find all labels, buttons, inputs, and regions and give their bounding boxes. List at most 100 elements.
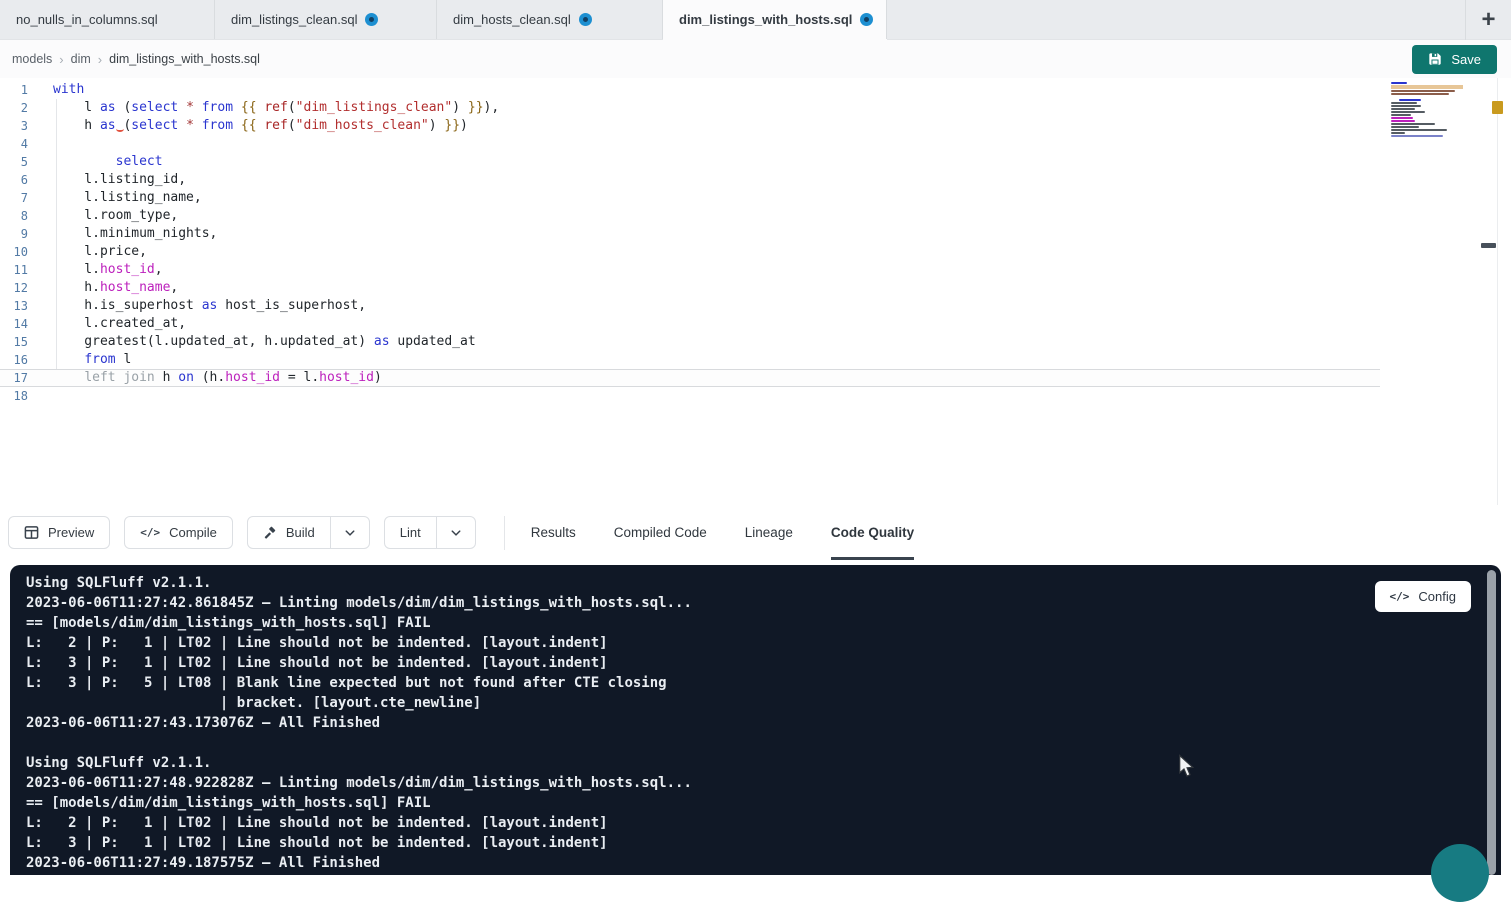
- code-line-17[interactable]: 17 left join h on (h.host_id = l.host_id…: [0, 369, 1380, 387]
- tab-compiled-code[interactable]: Compiled Code: [614, 505, 707, 560]
- line-number: 18: [0, 387, 53, 405]
- config-button-label: Config: [1418, 589, 1456, 604]
- build-dropdown-button[interactable]: [330, 517, 369, 548]
- line-number: 6: [0, 171, 53, 189]
- code-line-6[interactable]: 6 l.listing_id,: [0, 171, 1380, 189]
- file-tab-bar: no_nulls_in_columns.sql dim_listings_cle…: [0, 0, 1511, 40]
- hammer-icon: [263, 526, 277, 540]
- sql-code-editor[interactable]: 1with2 l as (select * from {{ ref("dim_l…: [0, 78, 1511, 505]
- code-line-3[interactable]: 3 h as (select * from {{ ref("dim_hosts_…: [0, 117, 1380, 135]
- save-button[interactable]: Save: [1412, 45, 1497, 74]
- tab-no-nulls-in-columns[interactable]: no_nulls_in_columns.sql: [0, 0, 215, 39]
- code-line-9[interactable]: 9 l.minimum_nights,: [0, 225, 1380, 243]
- tab-label: dim_listings_with_hosts.sql: [679, 12, 852, 27]
- line-number: 2: [0, 99, 53, 117]
- code-line-7[interactable]: 7 l.listing_name,: [0, 189, 1380, 207]
- tab-dim-listings-clean[interactable]: dim_listings_clean.sql: [215, 0, 437, 39]
- code-line-15[interactable]: 15 greatest(l.updated_at, h.updated_at) …: [0, 333, 1380, 351]
- file-header-bar: models › dim › dim_listings_with_hosts.s…: [0, 40, 1511, 78]
- tab-label: dim_hosts_clean.sql: [453, 12, 571, 27]
- plus-icon: +: [1481, 8, 1495, 32]
- code-line-16[interactable]: 16 from l: [0, 351, 1380, 369]
- line-number: 16: [0, 351, 53, 369]
- help-chat-button[interactable]: [1431, 844, 1489, 902]
- breadcrumb: models › dim › dim_listings_with_hosts.s…: [12, 52, 260, 67]
- unsaved-changes-icon: [860, 13, 873, 26]
- scroll-position-marker: [1481, 243, 1496, 248]
- line-number: 15: [0, 333, 53, 351]
- line-number: 3: [0, 117, 53, 135]
- new-tab-button[interactable]: +: [1465, 0, 1511, 40]
- build-button-label: Build: [286, 525, 315, 540]
- code-tag-icon: </>: [1390, 590, 1410, 603]
- tab-label: no_nulls_in_columns.sql: [16, 12, 158, 27]
- line-number: 1: [0, 81, 53, 99]
- floppy-disk-icon: [1428, 52, 1442, 66]
- tab-compiled-code-label: Compiled Code: [614, 525, 707, 540]
- breadcrumb-dim[interactable]: dim: [71, 52, 91, 66]
- unsaved-changes-icon: [579, 13, 592, 26]
- breadcrumb-models[interactable]: models: [12, 52, 52, 66]
- breadcrumb-current-file: dim_listings_with_hosts.sql: [109, 52, 260, 66]
- lint-button-label: Lint: [400, 525, 421, 540]
- compile-button[interactable]: </> Compile: [124, 516, 233, 549]
- result-tabs: Results Compiled Code Lineage Code Quali…: [531, 505, 914, 560]
- line-number: 11: [0, 261, 53, 279]
- lint-dropdown-button[interactable]: [436, 517, 475, 548]
- tab-dim-listings-with-hosts[interactable]: dim_listings_with_hosts.sql: [663, 0, 887, 39]
- code-line-18[interactable]: 18: [0, 387, 1380, 405]
- chevron-down-icon: [344, 527, 356, 539]
- line-number: 4: [0, 135, 53, 153]
- chevron-down-icon: [450, 527, 462, 539]
- tab-results[interactable]: Results: [531, 505, 576, 560]
- code-line-4[interactable]: 4: [0, 135, 1380, 153]
- code-area[interactable]: 1with2 l as (select * from {{ ref("dim_l…: [0, 81, 1380, 405]
- lint-button[interactable]: Lint: [385, 517, 436, 548]
- build-button[interactable]: Build: [248, 517, 330, 548]
- unsaved-changes-icon: [365, 13, 378, 26]
- line-number: 5: [0, 153, 53, 171]
- minimap-highlight: [1391, 85, 1463, 89]
- tab-dim-hosts-clean[interactable]: dim_hosts_clean.sql: [437, 0, 663, 39]
- code-line-11[interactable]: 11 l.host_id,: [0, 261, 1380, 279]
- tab-label: dim_listings_clean.sql: [231, 12, 357, 27]
- divider: [504, 516, 505, 550]
- code-line-5[interactable]: 5 select: [0, 153, 1380, 171]
- code-line-12[interactable]: 12 h.host_name,: [0, 279, 1380, 297]
- lint-output-terminal: Using SQLFluff v2.1.1. 2023-06-06T11:27:…: [10, 565, 1501, 875]
- tab-lineage[interactable]: Lineage: [745, 505, 793, 560]
- preview-button[interactable]: Preview: [8, 516, 110, 549]
- editor-scrollbar-track[interactable]: [1497, 78, 1498, 505]
- lint-warning-marker[interactable]: [1492, 101, 1503, 114]
- table-grid-icon: [24, 525, 39, 540]
- line-number: 8: [0, 207, 53, 225]
- code-line-14[interactable]: 14 l.created_at,: [0, 315, 1380, 333]
- code-line-8[interactable]: 8 l.room_type,: [0, 207, 1380, 225]
- chevron-right-icon: ›: [98, 52, 102, 67]
- config-button[interactable]: </> Config: [1375, 581, 1471, 612]
- build-button-group: Build: [247, 516, 370, 549]
- code-line-10[interactable]: 10 l.price,: [0, 243, 1380, 261]
- tab-code-quality-label: Code Quality: [831, 525, 914, 540]
- tab-results-label: Results: [531, 525, 576, 540]
- line-number: 13: [0, 297, 53, 315]
- code-line-2[interactable]: 2 l as (select * from {{ ref("dim_listin…: [0, 99, 1380, 117]
- line-number: 7: [0, 189, 53, 207]
- chevron-right-icon: ›: [59, 52, 63, 67]
- tab-lineage-label: Lineage: [745, 525, 793, 540]
- terminal-scrollbar[interactable]: [1487, 570, 1496, 875]
- line-number: 14: [0, 315, 53, 333]
- action-bar: Preview </> Compile Build Lint: [0, 505, 1511, 560]
- code-line-13[interactable]: 13 h.is_superhost as host_is_superhost,: [0, 297, 1380, 315]
- preview-button-label: Preview: [48, 525, 94, 540]
- save-button-label: Save: [1451, 52, 1481, 67]
- code-line-1[interactable]: 1with: [0, 81, 1380, 99]
- lint-button-group: Lint: [384, 516, 476, 549]
- line-number: 17: [0, 369, 53, 387]
- minimap[interactable]: [1391, 82, 1463, 138]
- line-number: 12: [0, 279, 53, 297]
- tab-code-quality[interactable]: Code Quality: [831, 505, 914, 560]
- terminal-output: Using SQLFluff v2.1.1. 2023-06-06T11:27:…: [10, 565, 1501, 881]
- line-number: 9: [0, 225, 53, 243]
- line-number: 10: [0, 243, 53, 261]
